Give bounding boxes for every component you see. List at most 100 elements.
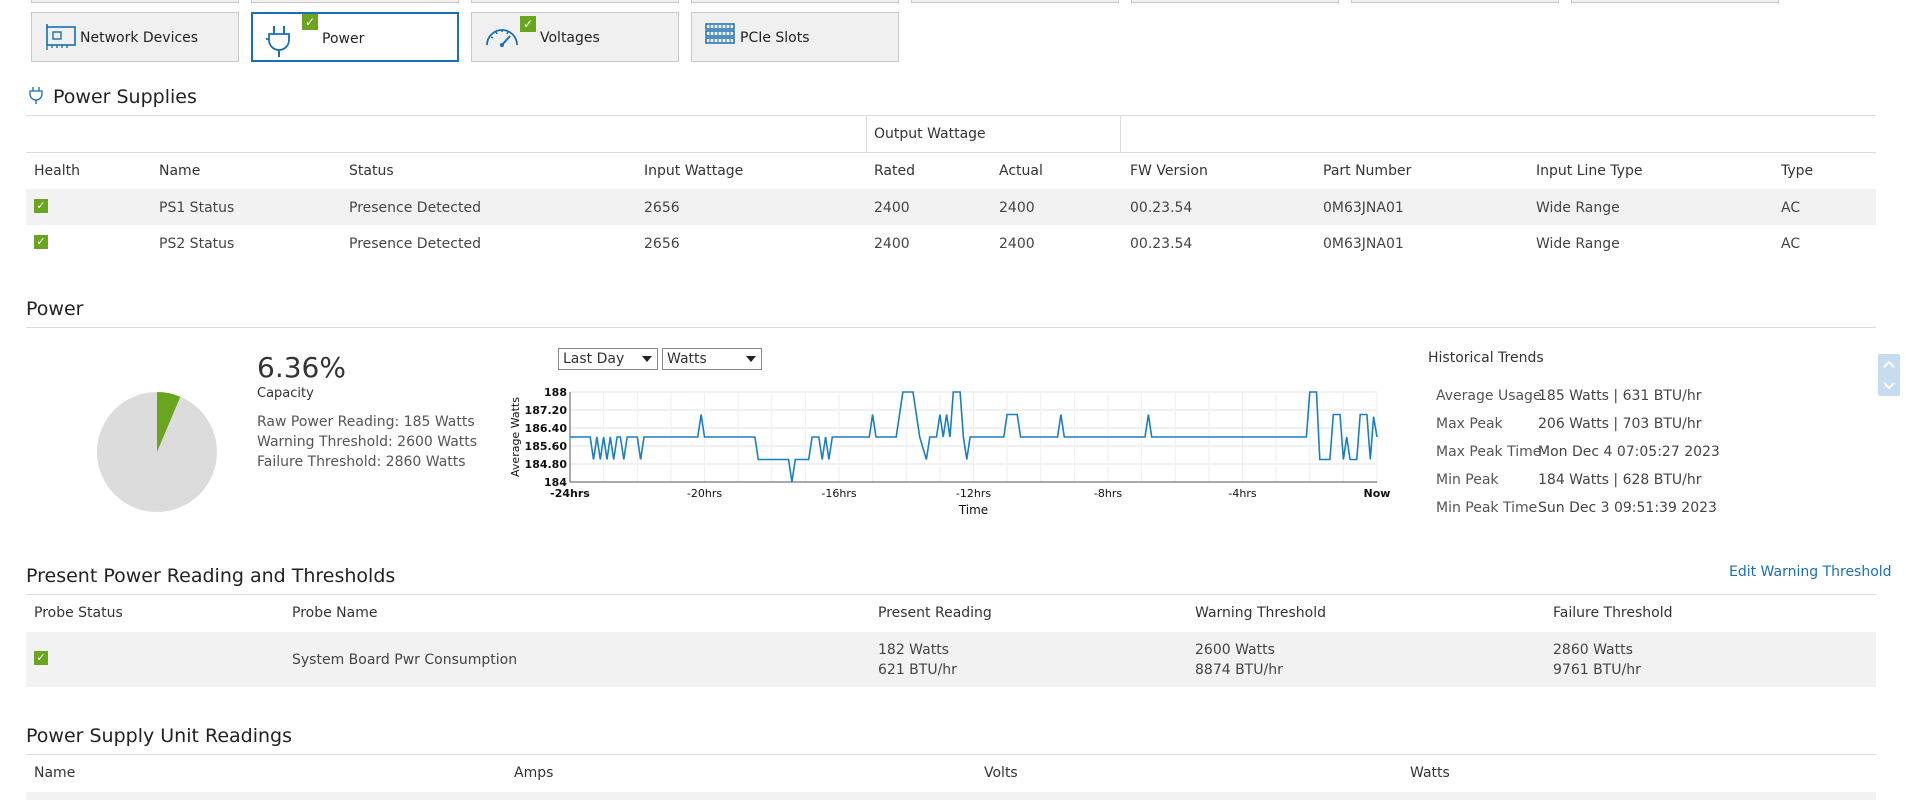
cell-type: AC <box>1781 236 1801 252</box>
divider <box>26 327 1876 328</box>
warning-threshold: Warning Threshold: 2600 Watts <box>257 434 478 450</box>
divider <box>866 116 867 152</box>
chevron-down-icon <box>746 356 756 362</box>
capacity-value: 6.36% <box>257 351 346 384</box>
col-probe-name: Probe Name <box>292 605 378 621</box>
hist-value: Mon Dec 4 07:05:27 2023 <box>1538 444 1720 460</box>
check-icon: ✓ <box>302 14 318 30</box>
x-axis-label: Time <box>958 503 988 517</box>
section-title-power: Power <box>26 298 84 320</box>
capacity-label: Capacity <box>257 386 314 401</box>
tab-stub[interactable] <box>1351 0 1559 3</box>
y-tick-label: 188 <box>544 386 567 399</box>
unit-select[interactable]: Watts <box>662 348 762 370</box>
cell-failure-btu: 9761 BTU/hr <box>1553 662 1641 678</box>
cell-input-wattage: 2656 <box>644 236 680 252</box>
gauge-icon <box>484 23 520 55</box>
tab-label: Power <box>322 31 365 47</box>
section-title-psu-readings: Power Supply Unit Readings <box>26 725 293 747</box>
edit-warning-threshold-link[interactable]: Edit Warning Threshold <box>1729 564 1892 580</box>
cell-name: PS1 Status <box>159 200 235 216</box>
col-fw-version: FW Version <box>1130 163 1208 179</box>
hist-value: 185 Watts | 631 BTU/hr <box>1538 388 1702 404</box>
tab-label: Voltages <box>540 30 600 46</box>
cell-input-line-type: Wide Range <box>1536 200 1620 216</box>
failure-threshold: Failure Threshold: 2860 Watts <box>257 454 466 470</box>
tab-pcie-slots[interactable]: PCIe Slots <box>691 12 899 62</box>
tab-stub[interactable] <box>31 0 239 3</box>
col-input-wattage: Input Wattage <box>644 163 744 179</box>
tab-power[interactable]: ✓ Power <box>251 12 459 62</box>
divider <box>26 115 1876 116</box>
hist-label: Min Peak <box>1436 472 1499 488</box>
tab-network-devices[interactable]: Network Devices <box>31 12 239 62</box>
hist-value: 184 Watts | 628 BTU/hr <box>1538 472 1702 488</box>
cell-status: Presence Detected <box>349 236 481 252</box>
tab-label: PCIe Slots <box>740 30 810 46</box>
cell-input-wattage: 2656 <box>644 200 680 216</box>
divider <box>1120 116 1121 152</box>
col-failure-threshold: Failure Threshold <box>1553 605 1673 621</box>
time-range-value: Last Day <box>563 351 625 367</box>
cell-name: PS2 Status <box>159 236 235 252</box>
capacity-pie-chart <box>97 392 217 512</box>
x-tick-label: Now <box>1364 487 1391 500</box>
y-tick-label: 185.60 <box>525 440 568 453</box>
section-title-thresholds: Present Power Reading and Thresholds <box>26 565 396 587</box>
col-actual: Actual <box>999 163 1043 179</box>
y-tick-label: 186.40 <box>525 422 568 435</box>
divider <box>26 754 1876 755</box>
unit-value: Watts <box>667 351 707 367</box>
check-icon: ✓ <box>34 235 48 249</box>
x-tick-label: -24hrs <box>550 487 590 500</box>
tab-voltages[interactable]: ✓ Voltages <box>471 12 679 62</box>
time-range-select[interactable]: Last Day <box>558 348 658 370</box>
check-icon: ✓ <box>34 651 48 665</box>
raw-power-reading: Raw Power Reading: 185 Watts <box>257 414 475 430</box>
historical-trends-title: Historical Trends <box>1428 350 1544 366</box>
cell-part-number: 0M63JNA01 <box>1323 236 1404 252</box>
hist-value: 206 Watts | 703 BTU/hr <box>1538 416 1702 432</box>
col-present-reading: Present Reading <box>878 605 992 621</box>
tab-stub[interactable] <box>471 0 679 3</box>
cell-fw-version: 00.23.54 <box>1130 236 1193 252</box>
tab-stub[interactable] <box>1571 0 1779 3</box>
col-status: Status <box>349 163 394 179</box>
cell-present-btu: 621 BTU/hr <box>878 662 957 678</box>
y-tick-label: 187.20 <box>525 404 568 417</box>
cell-present-watts: 182 Watts <box>878 642 949 658</box>
hist-label: Max Peak <box>1436 416 1503 432</box>
check-icon: ✓ <box>34 199 48 213</box>
col-psu-name: Name <box>34 765 76 781</box>
scroll-arrows-icon <box>1883 360 1895 390</box>
divider <box>26 152 1876 153</box>
tab-stub[interactable] <box>1131 0 1339 3</box>
col-type: Type <box>1781 163 1814 179</box>
cell-rated: 2400 <box>874 200 910 216</box>
section-title-power-supplies: Power Supplies <box>53 86 197 108</box>
cell-input-line-type: Wide Range <box>1536 236 1620 252</box>
y-tick-label: 184.80 <box>525 458 568 471</box>
cell-failure-watts: 2860 Watts <box>1553 642 1633 658</box>
power-plug-icon <box>265 24 295 62</box>
cell-actual: 2400 <box>999 236 1035 252</box>
cell-status: Presence Detected <box>349 200 481 216</box>
cell-warning-btu: 8874 BTU/hr <box>1195 662 1283 678</box>
table-row <box>26 792 1876 800</box>
x-tick-label: -20hrs <box>687 487 722 500</box>
col-volts: Volts <box>984 765 1018 781</box>
power-history-chart: 184184.80185.60186.40187.20188-24hrs -20h… <box>509 386 1391 517</box>
cell-fw-version: 00.23.54 <box>1130 200 1193 216</box>
divider <box>26 594 1876 595</box>
x-tick-label: -12hrs <box>956 487 991 500</box>
cell-probe-name: System Board Pwr Consumption <box>292 652 518 668</box>
power-plug-icon <box>28 86 44 108</box>
scroll-control[interactable] <box>1878 354 1900 396</box>
chevron-down-icon <box>642 356 652 362</box>
tab-stub[interactable] <box>691 0 899 3</box>
tab-stub[interactable] <box>911 0 1119 3</box>
col-name: Name <box>159 163 201 179</box>
tab-stub[interactable] <box>251 0 459 3</box>
col-probe-status: Probe Status <box>34 605 123 621</box>
x-tick-label: -16hrs <box>821 487 856 500</box>
